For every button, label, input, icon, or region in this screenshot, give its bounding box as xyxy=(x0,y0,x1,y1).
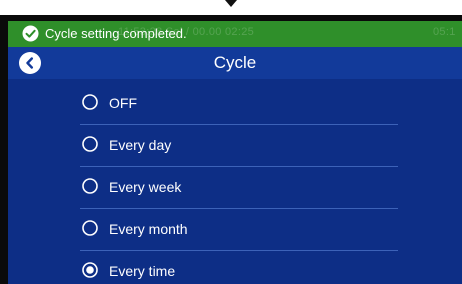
screen: 11:53:28 Sel / 00.00 02:25 05:1 Cycle se… xyxy=(8,21,462,284)
radio-unchecked-icon xyxy=(82,94,98,110)
option-label: Every week xyxy=(109,179,182,195)
device-frame: 11:53:28 Sel / 00.00 02:25 05:1 Cycle se… xyxy=(0,15,462,284)
option-label: Every month xyxy=(109,221,188,237)
option-label: Every day xyxy=(109,137,172,153)
option-off[interactable]: OFF xyxy=(80,83,398,125)
toast-message: Cycle setting completed. xyxy=(45,26,187,41)
status-bar-ghost-time: 05:1 xyxy=(433,26,456,38)
option-every-day[interactable]: Every day xyxy=(80,125,398,167)
radio-unchecked-icon xyxy=(82,178,98,194)
option-label: Every time xyxy=(109,263,176,279)
status-bar: 11:53:28 Sel / 00.00 02:25 05:1 Cycle se… xyxy=(8,21,462,47)
check-circle-icon xyxy=(22,25,39,42)
notch-icon xyxy=(225,0,237,7)
radio-checked-icon xyxy=(82,262,98,278)
radio-unchecked-icon xyxy=(82,220,98,236)
option-every-week[interactable]: Every week xyxy=(80,167,398,209)
option-every-time[interactable]: Every time xyxy=(80,251,398,284)
option-label: OFF xyxy=(109,95,137,111)
page-title: Cycle xyxy=(213,53,257,72)
radio-unchecked-icon xyxy=(82,136,98,152)
header: Cycle xyxy=(8,47,462,79)
option-every-month[interactable]: Every month xyxy=(80,209,398,251)
